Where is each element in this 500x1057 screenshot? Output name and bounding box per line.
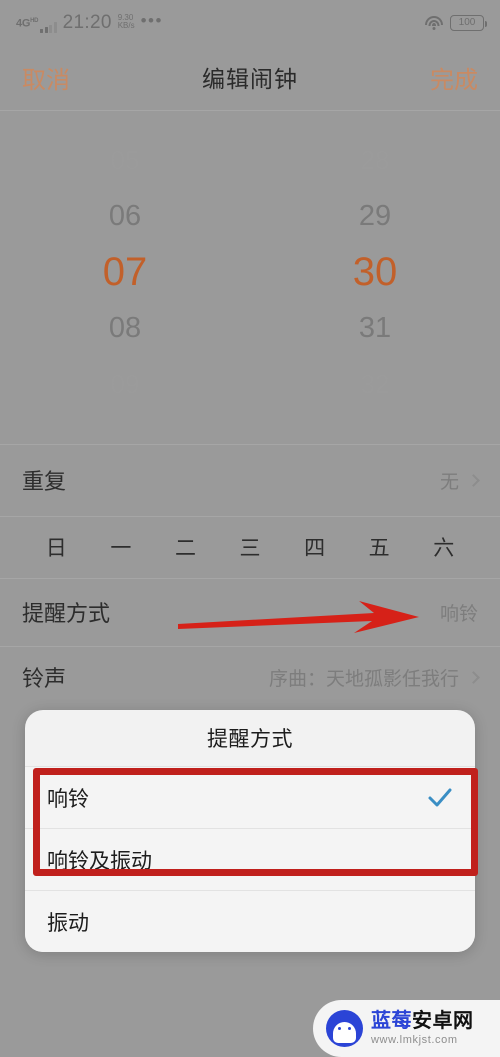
signal-bars-icon (40, 21, 57, 33)
dialog-option-label: 响铃及振动 (47, 849, 152, 873)
app-screen: 4GHD 21:20 9.30 KB/s ••• 100 编辑闹钟 取消 完成 (0, 0, 500, 1057)
weekday-sun[interactable]: 日 (24, 532, 89, 562)
hour-option-selected[interactable]: 07 (103, 244, 148, 300)
status-bar-clock: 21:20 (62, 11, 112, 33)
page-title: 编辑闹钟 (202, 66, 298, 92)
ringtone-value-group: 序曲：天地孤影任我行 (268, 664, 480, 691)
app-header: 编辑闹钟 取消 完成 (0, 46, 500, 108)
status-overflow-dots-icon: ••• (140, 10, 163, 30)
check-icon (427, 785, 453, 811)
row-ringtone[interactable]: 铃声 序曲：天地孤影任我行 (0, 646, 500, 708)
minute-option[interactable]: 31 (359, 300, 391, 356)
weekday-wed[interactable]: 三 (218, 532, 283, 562)
time-picker[interactable]: 05 06 07 08 09 28 29 30 31 32 (0, 112, 500, 432)
watermark-site-name: 蓝莓安卓网 (371, 1011, 474, 1031)
status-bar-right: 100 (425, 15, 487, 31)
watermark-text: 蓝莓安卓网 www.lmkjst.com (371, 1011, 474, 1046)
watermark-name-part-black: 安卓网 (412, 1010, 474, 1032)
dialog-option-ring-and-vibrate[interactable]: 响铃及振动 (25, 828, 475, 890)
dialog-option-label: 响铃 (47, 787, 89, 811)
ringtone-label: 铃声 (22, 666, 67, 691)
minute-option[interactable]: 29 (359, 188, 391, 244)
reminder-method-value: 响铃 (439, 603, 478, 625)
annotation-arrow-icon (178, 601, 419, 633)
row-repeat[interactable]: 重复 无 (0, 444, 500, 516)
weekday-mon[interactable]: 一 (89, 532, 154, 562)
status-bar: 4GHD 21:20 9.30 KB/s ••• 100 (0, 0, 500, 46)
minute-option[interactable]: 28 (361, 132, 390, 188)
status-bar-left: 4GHD 21:20 9.30 KB/s ••• (16, 10, 163, 33)
weekday-sat[interactable]: 六 (411, 532, 476, 562)
dialog-option-ring[interactable]: 响铃 (25, 766, 475, 828)
dialog-option-vibrate[interactable]: 振动 (25, 890, 475, 952)
battery-icon: 100 (450, 15, 487, 31)
site-watermark: 蓝莓安卓网 www.lmkjst.com (313, 1000, 500, 1057)
hour-option[interactable]: 06 (109, 188, 141, 244)
minute-option-selected[interactable]: 30 (353, 244, 398, 300)
weekday-thu[interactable]: 四 (282, 532, 347, 562)
hour-picker-column[interactable]: 05 06 07 08 09 (0, 112, 250, 432)
chevron-right-icon (467, 670, 480, 684)
reminder-method-label: 提醒方式 (22, 601, 111, 626)
watermark-url: www.lmkjst.com (371, 1034, 458, 1046)
ringtone-value: 序曲：天地孤影任我行 (268, 668, 459, 690)
battery-level-label: 100 (458, 17, 476, 28)
repeat-label: 重复 (22, 469, 67, 494)
repeat-value: 无 (439, 471, 459, 493)
dialog-title: 提醒方式 (207, 728, 293, 751)
weekday-tue[interactable]: 二 (153, 532, 218, 562)
watermark-name-part-blue: 蓝莓 (371, 1010, 412, 1032)
weekday-selector[interactable]: 日 一 二 三 四 五 六 (0, 516, 500, 578)
weekday-fri[interactable]: 五 (347, 532, 412, 562)
reminder-method-dialog: 提醒方式 响铃 响铃及振动 振动 (25, 710, 475, 952)
chevron-right-icon (467, 473, 480, 487)
minute-option[interactable]: 32 (361, 356, 390, 412)
network-type-label: 4GHD (16, 17, 39, 30)
network-speed-unit: KB/s (117, 21, 135, 31)
hour-option[interactable]: 08 (109, 300, 141, 356)
header-divider (0, 110, 500, 111)
network-speed-indicator: 9.30 KB/s (117, 13, 135, 31)
android-mascot-icon (326, 1010, 363, 1047)
minute-picker-column[interactable]: 28 29 30 31 32 (250, 112, 500, 432)
dialog-option-label: 振动 (47, 911, 89, 935)
hour-option[interactable]: 05 (111, 132, 140, 188)
cellular-indicator: 4GHD (16, 17, 57, 33)
hour-option[interactable]: 09 (111, 356, 140, 412)
wifi-icon (425, 16, 443, 30)
repeat-value-group: 无 (439, 467, 480, 494)
